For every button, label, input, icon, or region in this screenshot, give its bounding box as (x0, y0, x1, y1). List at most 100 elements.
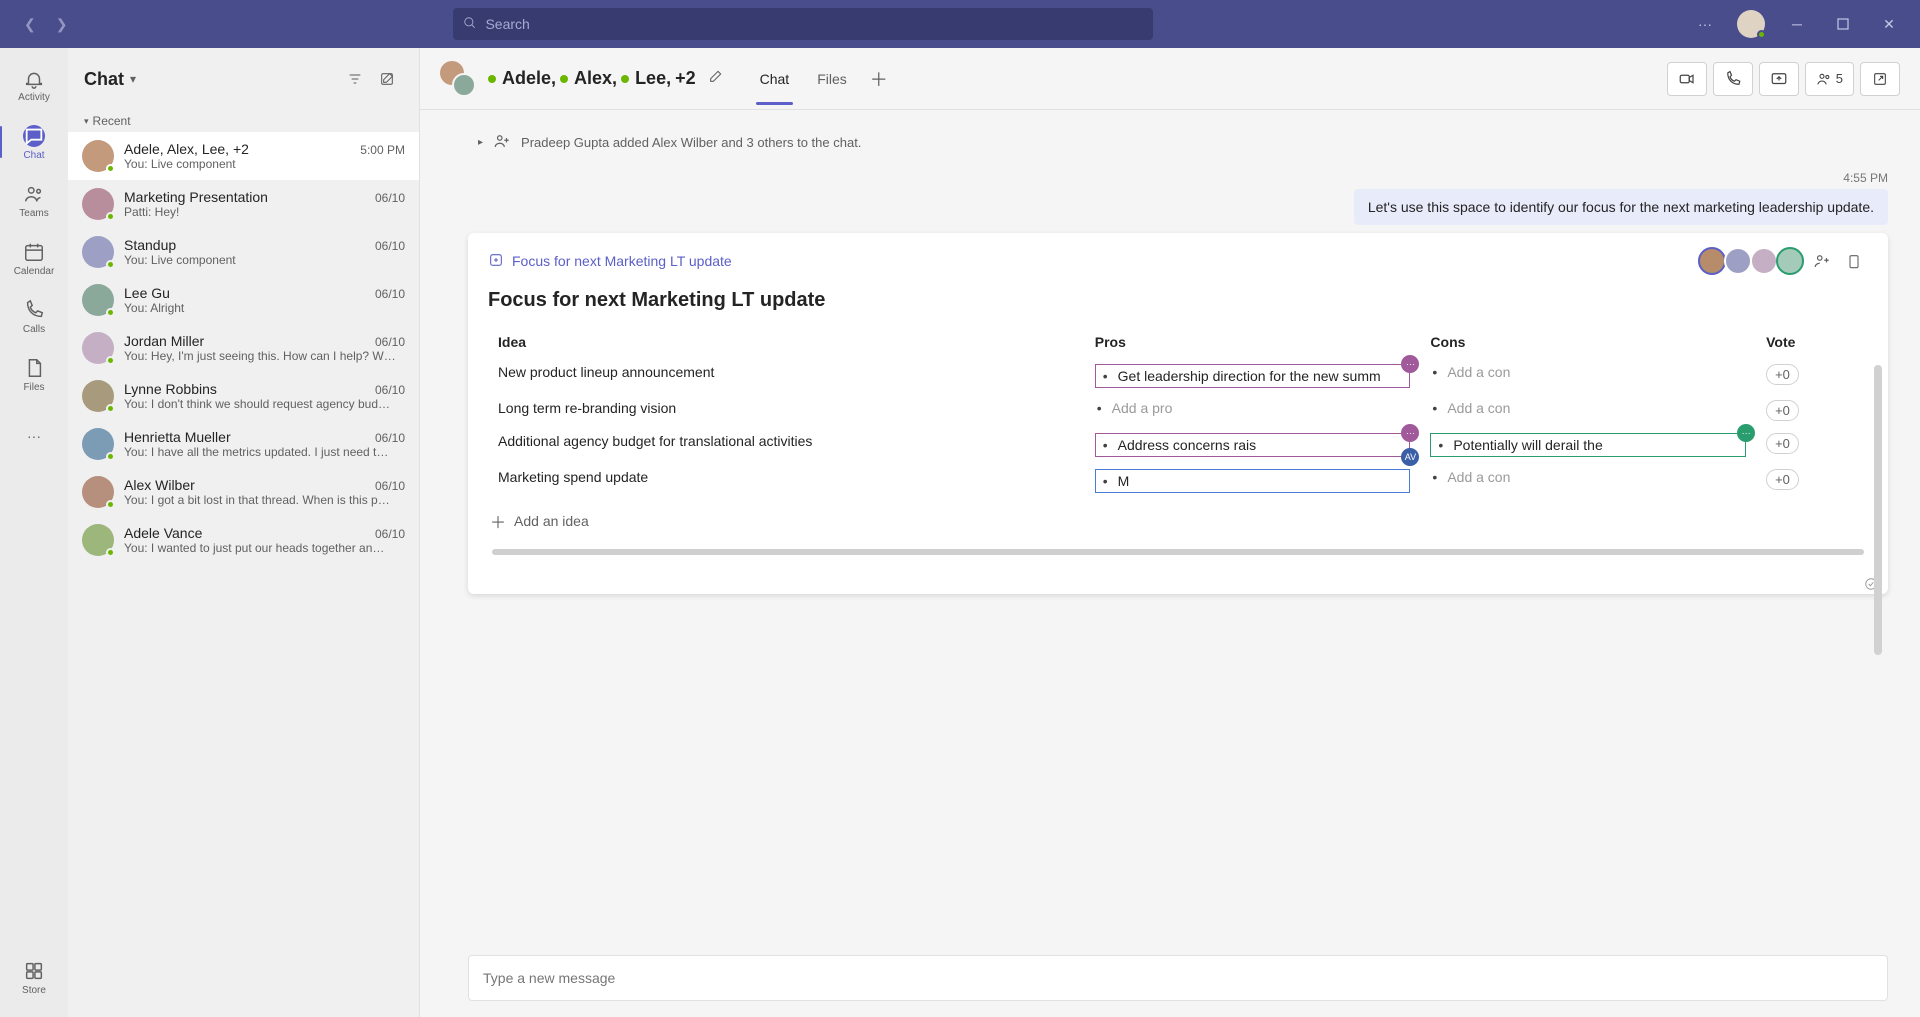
con-cell[interactable]: Potentially will derail the ··· (1430, 433, 1746, 457)
idea-cell[interactable]: Additional agency budget for translation… (498, 433, 1075, 449)
chat-preview: You: Live component (124, 157, 405, 171)
vote-button[interactable]: +0 (1766, 469, 1799, 490)
chat-icon (22, 124, 46, 148)
chat-list-item[interactable]: Marketing Presentation06/10Patti: Hey! (68, 180, 419, 228)
audio-call-button[interactable] (1713, 62, 1753, 96)
chat-preview: You: I got a bit lost in that thread. Wh… (124, 493, 405, 507)
collaborator-avatar[interactable] (1698, 247, 1726, 275)
vote-button[interactable]: +0 (1766, 364, 1799, 385)
chat-time: 06/10 (367, 479, 405, 493)
chat-name: Adele Vance (124, 525, 202, 541)
plus-icon: ＋ (490, 509, 506, 533)
chat-list-item[interactable]: Henrietta Mueller06/10You: I have all th… (68, 420, 419, 468)
presence-icon (560, 75, 568, 83)
group-avatar (440, 61, 476, 97)
chevron-down-icon[interactable]: ▾ (130, 72, 136, 86)
search-input[interactable]: Search (453, 8, 1153, 40)
chat-list-item[interactable]: Lee Gu06/10You: Alright (68, 276, 419, 324)
rail-teams[interactable]: Teams (0, 172, 68, 228)
live-title: Focus for next Marketing LT update (488, 289, 1868, 312)
live-component-body[interactable]: Focus for next Marketing LT update Idea … (468, 285, 1888, 573)
more-title-button[interactable]: ··· (1682, 0, 1728, 48)
forward-button[interactable]: ❯ (50, 10, 74, 39)
new-chat-button[interactable] (371, 63, 403, 95)
avatar-icon (82, 140, 114, 172)
chat-name: Standup (124, 237, 176, 253)
recent-section-toggle[interactable]: ▾ Recent (68, 110, 419, 132)
profile-avatar[interactable] (1728, 0, 1774, 48)
filter-button[interactable] (339, 63, 371, 95)
caret-down-icon: ▾ (84, 116, 89, 127)
rail-store[interactable]: Store (0, 949, 68, 1005)
back-button[interactable]: ❮ (18, 10, 42, 39)
rail-calendar[interactable]: Calendar (0, 230, 68, 286)
rail-calls[interactable]: Calls (0, 288, 68, 344)
maximize-button[interactable] (1820, 0, 1866, 48)
con-cell[interactable]: Add a con (1430, 469, 1746, 485)
presence-icon (106, 164, 115, 173)
table-row: Long term re-branding vision Add a pro A… (488, 394, 1868, 427)
rail-activity[interactable]: Activity (0, 56, 68, 112)
edit-title-button[interactable] (708, 68, 724, 89)
rail-files[interactable]: Files (0, 346, 68, 402)
close-button[interactable]: ✕ (1866, 0, 1912, 48)
add-idea-button[interactable]: ＋ Add an idea (488, 499, 1868, 537)
idea-cell[interactable]: Long term re-branding vision (498, 400, 1075, 416)
rail-chat[interactable]: Chat (0, 114, 68, 170)
col-pros: Pros (1085, 326, 1421, 358)
popout-button[interactable] (1860, 62, 1900, 96)
chat-list-item[interactable]: Standup06/10You: Live component (68, 228, 419, 276)
presence-icon (106, 548, 115, 557)
chat-time: 06/10 (367, 191, 405, 205)
chat-list-item[interactable]: Adele, Alex, Lee, +25:00 PMYou: Live com… (68, 132, 419, 180)
ideas-table: Idea Pros Cons Vote New product lineup a… (488, 326, 1868, 499)
collaborator-avatar[interactable] (1724, 247, 1752, 275)
video-call-button[interactable] (1667, 62, 1707, 96)
scrollbar[interactable] (1874, 365, 1882, 655)
share-screen-button[interactable] (1759, 62, 1799, 96)
idea-cell[interactable]: New product lineup announcement (498, 364, 1075, 380)
collaborator-avatar[interactable] (1776, 247, 1804, 275)
avatar-icon (82, 428, 114, 460)
messages-area: ▸ Pradeep Gupta added Alex Wilber and 3 … (420, 110, 1920, 955)
con-cell[interactable]: Add a con (1430, 400, 1746, 416)
avatar-icon (82, 284, 114, 316)
pro-cell[interactable]: Add a pro (1095, 400, 1411, 416)
rail-more[interactable]: ··· (0, 408, 68, 464)
message-composer[interactable]: Type a new message (468, 955, 1888, 1001)
chat-list-item[interactable]: Alex Wilber06/10You: I got a bit lost in… (68, 468, 419, 516)
people-add-icon (493, 132, 511, 153)
fullscreen-component-button[interactable] (1840, 247, 1868, 275)
message-bubble: Let's use this space to identify our foc… (1354, 189, 1888, 225)
pro-cell[interactable]: M (1095, 469, 1411, 493)
expand-icon[interactable]: ▸ (478, 137, 483, 148)
tab-files[interactable]: Files (805, 53, 859, 105)
share-collaborators-button[interactable] (1808, 247, 1836, 275)
chat-list-item[interactable]: Jordan Miller06/10You: Hey, I'm just see… (68, 324, 419, 372)
presence-icon (106, 308, 115, 317)
live-component-card: Focus for next Marketing LT update (468, 233, 1888, 594)
collaborator-avatar[interactable] (1750, 247, 1778, 275)
add-tab-button[interactable]: ＋ (863, 63, 895, 95)
scrollbar-horizontal[interactable] (492, 549, 1864, 555)
live-breadcrumb[interactable]: Focus for next Marketing LT update (512, 253, 732, 269)
vote-button[interactable]: +0 (1766, 400, 1799, 421)
chat-preview: You: I don't think we should request age… (124, 397, 405, 411)
system-message: ▸ Pradeep Gupta added Alex Wilber and 3 … (478, 132, 1888, 153)
own-message: 4:55 PM Let's use this space to identify… (468, 171, 1888, 225)
avatar-icon (82, 524, 114, 556)
chat-list-item[interactable]: Adele Vance06/10You: I wanted to just pu… (68, 516, 419, 564)
pro-cell[interactable]: Address concerns rais ··· AV (1095, 433, 1411, 457)
pro-cell[interactable]: Get leadership direction for the new sum… (1095, 364, 1411, 388)
minimize-button[interactable]: ─ (1774, 0, 1820, 48)
chat-tabs: Chat Files ＋ (748, 53, 895, 105)
chat-list-item[interactable]: Lynne Robbins06/10You: I don't think we … (68, 372, 419, 420)
chat-name: Adele, Alex, Lee, +2 (124, 141, 249, 157)
con-cell[interactable]: Add a con (1430, 364, 1746, 380)
idea-cell[interactable]: Marketing spend update (498, 469, 1075, 485)
tab-chat[interactable]: Chat (748, 53, 802, 105)
presence-icon (106, 404, 115, 413)
chat-name: Henrietta Mueller (124, 429, 231, 445)
vote-button[interactable]: +0 (1766, 433, 1799, 454)
participants-button[interactable]: 5 (1805, 62, 1854, 96)
